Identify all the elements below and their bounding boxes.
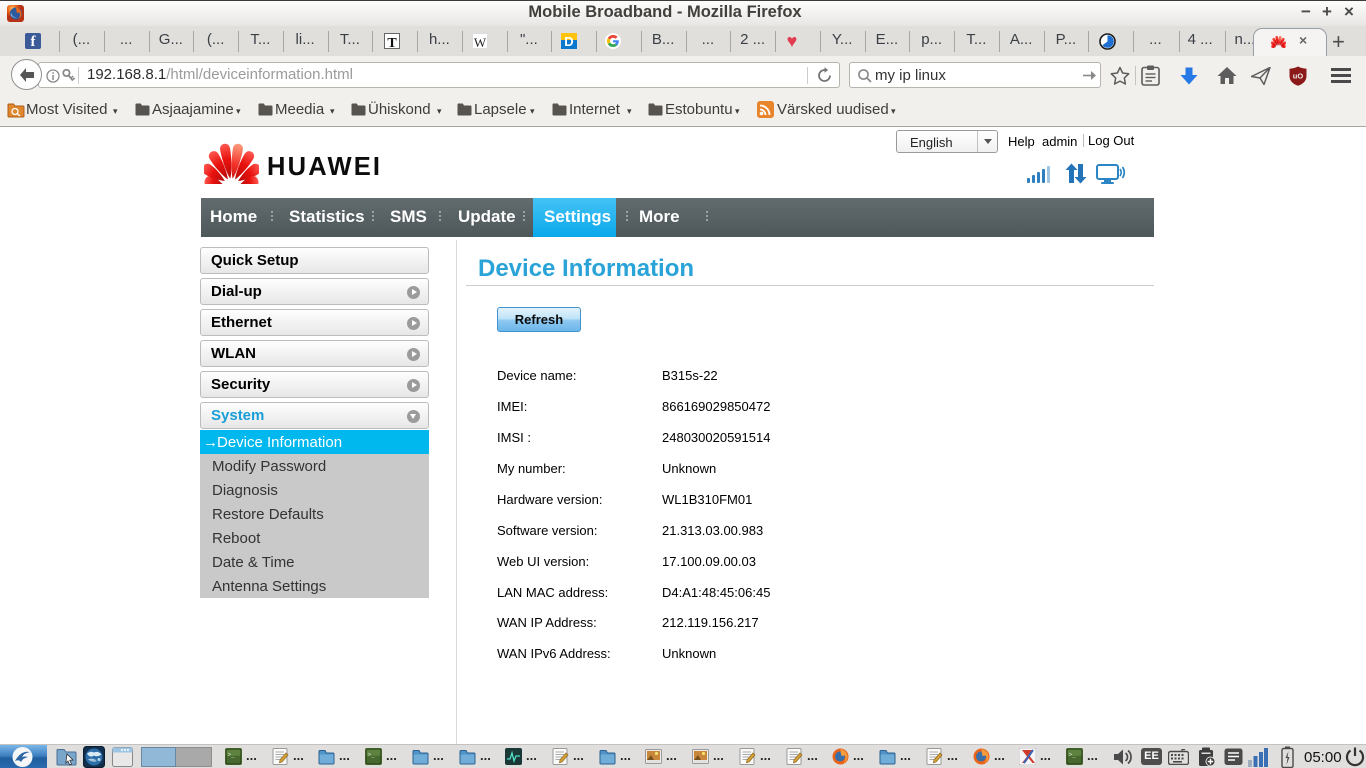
svg-text:>_: >_: [228, 752, 236, 759]
svg-text:uO: uO: [1293, 72, 1304, 81]
svg-text:>_: >_: [1069, 752, 1077, 759]
svg-text:>_: >_: [368, 752, 376, 759]
